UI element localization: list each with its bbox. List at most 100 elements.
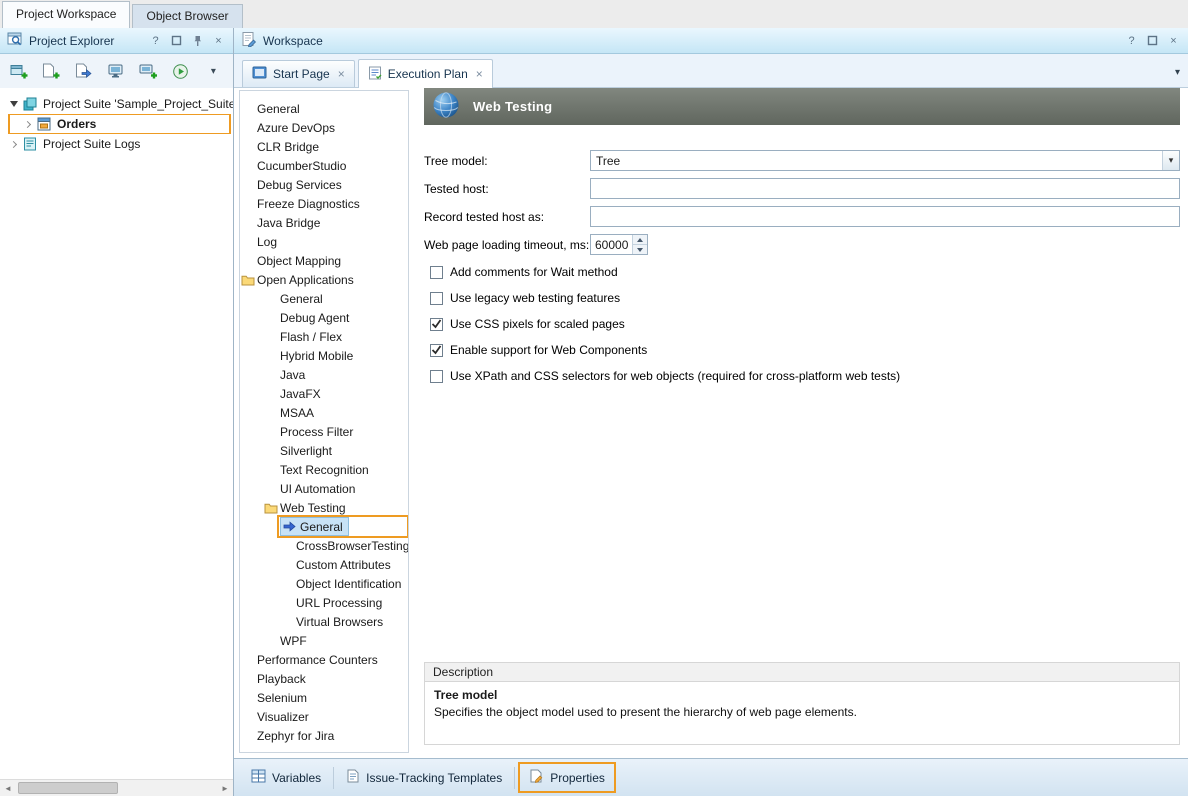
horizontal-scrollbar[interactable]: ◄ ► [0,779,233,796]
loading-timeout-label: Web page loading timeout, ms: [424,238,590,252]
expanded-twisty-icon[interactable] [6,101,22,107]
tree-item-label: Project Suite Logs [43,137,140,151]
help-icon[interactable]: ? [148,33,163,48]
float-panel-icon[interactable] [169,33,184,48]
options-nav-item-text-recognition[interactable]: Text Recognition [240,460,408,479]
options-nav-item-msaa[interactable]: MSAA [240,403,408,422]
monitor-icon[interactable] [107,63,126,80]
page-title: Web Testing [473,99,552,114]
nav-item-label: Java Bridge [257,216,320,230]
options-nav-item-freeze-diagnostics[interactable]: Freeze Diagnostics [240,194,408,213]
options-nav-item-general[interactable]: General [240,517,408,536]
checkbox-unchecked[interactable] [430,292,443,305]
close-icon[interactable]: × [211,33,226,48]
logs-icon [22,136,40,152]
close-tab-icon[interactable]: × [476,67,483,81]
options-nav-item-log[interactable]: Log [240,232,408,251]
nav-item-label: General [300,520,343,534]
options-nav-item-flash-flex[interactable]: Flash / Flex [240,327,408,346]
options-nav-item-java[interactable]: Java [240,365,408,384]
record-tested-host-input[interactable] [590,206,1180,227]
options-nav-item-playback[interactable]: Playback [240,669,408,688]
help-icon[interactable]: ? [1124,33,1139,48]
close-icon[interactable]: × [1166,33,1181,48]
options-nav-item-visualizer[interactable]: Visualizer [240,707,408,726]
chevron-down-icon[interactable]: ▾ [1162,151,1179,170]
start-page-icon [252,66,267,82]
tab-start-page[interactable]: Start Page × [242,60,355,87]
options-nav-item-javafx[interactable]: JavaFX [240,384,408,403]
project-explorer-toolbar: ▾ [0,54,233,88]
options-nav-item-general[interactable]: General [240,99,408,118]
spin-down-icon[interactable] [633,244,647,254]
tab-label: Properties [550,771,605,785]
tree-item-project-suite-logs[interactable]: Project Suite Logs [0,134,233,154]
tree-model-select[interactable]: Tree ▾ [590,150,1180,171]
options-nav-item-clr-bridge[interactable]: CLR Bridge [240,137,408,156]
options-nav-item-hybrid-mobile[interactable]: Hybrid Mobile [240,346,408,365]
tab-object-browser[interactable]: Object Browser [132,4,242,28]
toolbar-more-icon[interactable]: ▾ [204,63,223,80]
close-tab-icon[interactable]: × [338,67,345,81]
options-nav-item-wpf[interactable]: WPF [240,631,408,650]
options-nav-item-debug-services[interactable]: Debug Services [240,175,408,194]
options-nav-item-selenium[interactable]: Selenium [240,688,408,707]
record-tested-host-label: Record tested host as: [424,210,590,224]
checkbox-group: Add comments for Wait methodUse legacy w… [424,265,1180,383]
options-nav-item-web-testing[interactable]: Web Testing [240,498,408,517]
options-nav-item-general[interactable]: General [240,289,408,308]
collapsed-twisty-icon[interactable] [20,122,36,127]
options-nav-item-open-applications[interactable]: Open Applications [240,270,408,289]
selected-option-highlight: General [280,517,349,536]
options-nav-item-virtual-browsers[interactable]: Virtual Browsers [240,612,408,631]
checkbox-unchecked[interactable] [430,266,443,279]
nav-item-label: Java [280,368,305,382]
options-nav-item-performance-counters[interactable]: Performance Counters [240,650,408,669]
options-nav-item-debug-agent[interactable]: Debug Agent [240,308,408,327]
tab-issue-tracking-templates[interactable]: Issue-Tracking Templates [337,759,511,796]
scroll-right-icon[interactable]: ► [217,781,233,795]
checkbox-checked[interactable] [430,318,443,331]
nav-item-label: Debug Agent [280,311,349,325]
options-nav-item-ui-automation[interactable]: UI Automation [240,479,408,498]
float-panel-icon[interactable] [1145,33,1160,48]
folder-icon [264,502,280,514]
options-nav-item-silverlight[interactable]: Silverlight [240,441,408,460]
tab-project-workspace[interactable]: Project Workspace [2,1,130,28]
scroll-left-icon[interactable]: ◄ [0,781,16,795]
open-project-icon[interactable] [75,63,94,80]
add-project-suite-icon[interactable] [10,63,29,80]
options-nav-item-cucumberstudio[interactable]: CucumberStudio [240,156,408,175]
collapsed-twisty-icon[interactable] [6,142,22,147]
options-nav-item-process-filter[interactable]: Process Filter [240,422,408,441]
checkbox-checked[interactable] [430,344,443,357]
checkbox-row-use-legacy-web-testing-features: Use legacy web testing features [430,291,1180,305]
options-nav-item-object-identification[interactable]: Object Identification [240,574,408,593]
tab-list-dropdown-icon[interactable]: ▾ [1175,67,1180,78]
options-nav-item-azure-devops[interactable]: Azure DevOps [240,118,408,137]
options-nav-item-custom-attributes[interactable]: Custom Attributes [240,555,408,574]
tree-item-project-suite-sample-project-suite-1-p[interactable]: Project Suite 'Sample_Project_Suite' (1 … [0,94,233,114]
tab-properties[interactable]: Properties [518,759,616,796]
tab-execution-plan[interactable]: Execution Plan × [358,59,493,88]
options-nav-item-crossbrowsertesting[interactable]: CrossBrowserTesting [240,536,408,555]
add-monitor-icon[interactable] [139,63,158,80]
checkbox-unchecked[interactable] [430,370,443,383]
divider [514,767,515,789]
scrollbar-thumb[interactable] [18,782,118,794]
tested-host-input[interactable] [590,178,1180,199]
run-test-icon[interactable] [171,63,190,80]
add-project-icon[interactable] [42,63,61,80]
pin-icon[interactable] [190,33,205,48]
options-nav-item-url-processing[interactable]: URL Processing [240,593,408,612]
spin-up-icon[interactable] [633,235,647,244]
options-nav-item-java-bridge[interactable]: Java Bridge [240,213,408,232]
loading-timeout-stepper[interactable]: 60000 [590,234,648,255]
tree-item-orders[interactable]: Orders [0,114,233,134]
options-nav-item-zephyr-for-jira[interactable]: Zephyr for Jira [240,726,408,745]
options-nav-item-object-mapping[interactable]: Object Mapping [240,251,408,270]
tab-variables[interactable]: Variables [242,759,330,796]
nav-item-label: Azure DevOps [257,121,335,135]
description-panel: Description Tree model Specifies the obj… [424,662,1180,745]
nav-item-label: Process Filter [280,425,353,439]
